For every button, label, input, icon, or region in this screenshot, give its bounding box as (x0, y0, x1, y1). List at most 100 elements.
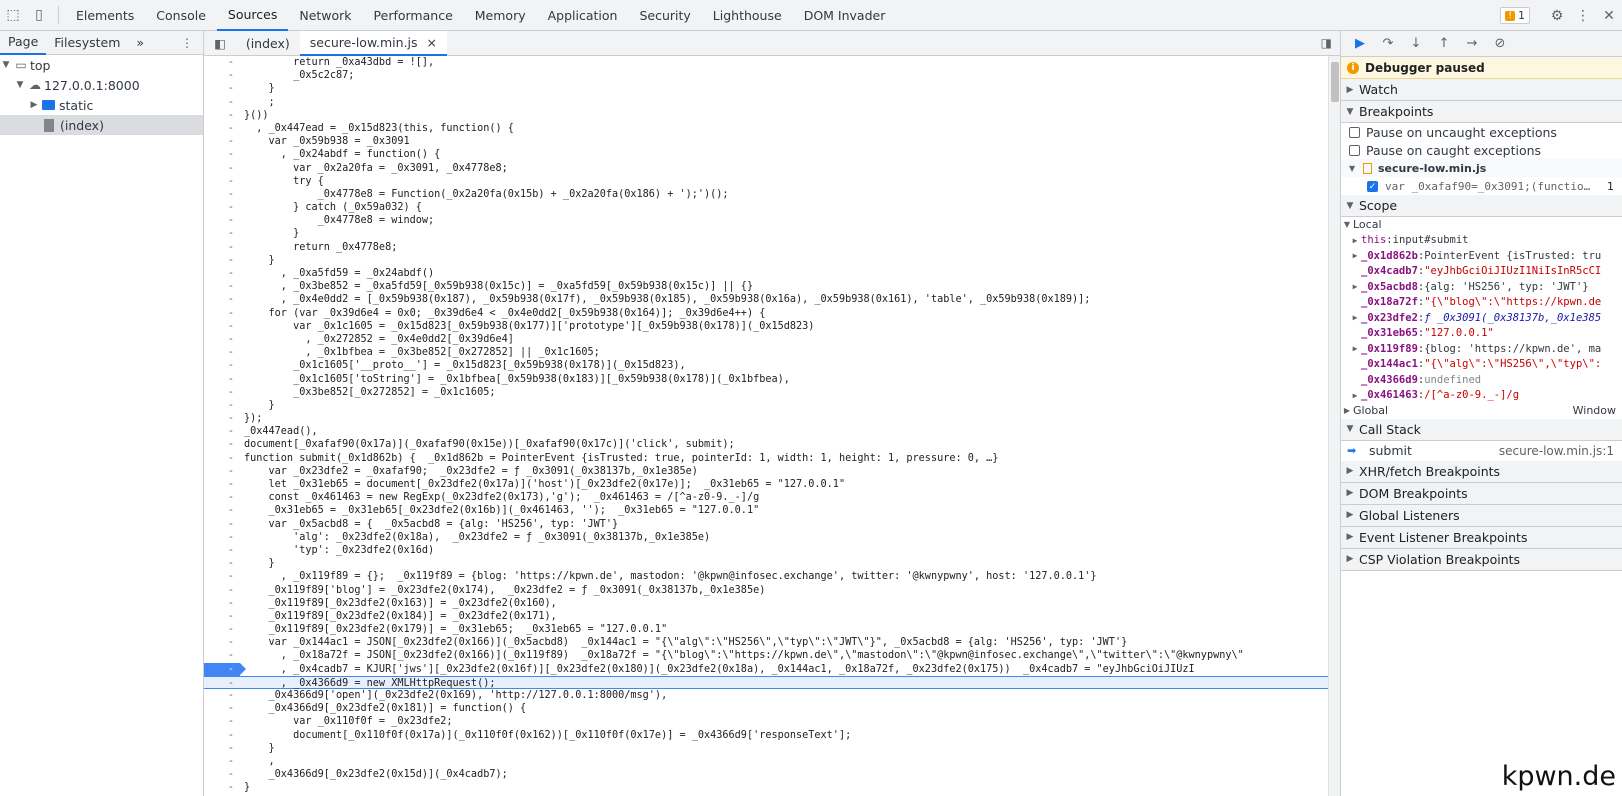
code-line[interactable]: - _0x119f89[_0x23dfe2(0x163)] = _0x23dfe… (204, 597, 1328, 610)
more-options-icon[interactable]: ⋮ (1570, 0, 1596, 31)
step-icon[interactable]: → (1459, 32, 1485, 56)
code-line[interactable]: - , _0x4366d9 = new XMLHttpRequest(); (204, 675, 1328, 689)
code-line[interactable]: - var _0x23dfe2 = _0xafaf90; _0x23dfe2 =… (204, 465, 1328, 478)
line-gutter[interactable]: - (204, 333, 240, 346)
line-gutter[interactable]: - (204, 438, 240, 451)
code-line[interactable]: - var _0x5acbd8 = { _0x5acbd8 = {alg: 'H… (204, 518, 1328, 531)
code-line[interactable]: - , _0x18a72f = JSON[_0x23dfe2(0x166)](_… (204, 649, 1328, 662)
navigator-menu-icon[interactable]: ⋮ (181, 36, 203, 50)
line-gutter[interactable]: - (204, 148, 240, 161)
close-icon[interactable]: ✕ (1596, 0, 1622, 31)
line-gutter[interactable]: - (204, 386, 240, 399)
panel-tab-memory[interactable]: Memory (464, 0, 537, 31)
code-line[interactable]: - const _0x461463 = new RegExp(_0x23dfe2… (204, 491, 1328, 504)
code-line[interactable]: - return _0x4778e8; (204, 241, 1328, 254)
scope-variable[interactable]: _0x31eb65: "127.0.0.1" (1341, 326, 1622, 342)
code-line[interactable]: - _0x4366d9[_0x23dfe2(0x15d)](_0x4cadb7)… (204, 768, 1328, 781)
line-gutter[interactable]: - (204, 293, 240, 306)
resume-icon[interactable]: ▶ (1347, 32, 1373, 56)
code-line[interactable]: - var _0x59b938 = _0x3091 (204, 135, 1328, 148)
tab-index[interactable]: (index) (236, 32, 300, 55)
section-watch[interactable]: ▶ Watch (1341, 79, 1622, 101)
scope-variable[interactable]: _0x144ac1: "{\"alg\":\"HS256\",\"typ\": (1341, 357, 1622, 373)
code-line[interactable]: - , _0x4e0dd2 = [_0x59b938(0x187), _0x59… (204, 293, 1328, 306)
code-line[interactable]: -}()) (204, 109, 1328, 122)
line-gutter[interactable]: - (204, 227, 240, 240)
scrollbar-thumb[interactable] (1331, 62, 1339, 102)
section-xhr-fetch-breakpoints[interactable]: ▶ XHR/fetch Breakpoints (1341, 460, 1622, 483)
code-line[interactable]: - _0x447ead(), (204, 425, 1328, 438)
call-stack-frame[interactable]: ➡ submit secure-low.min.js:1 (1341, 441, 1622, 461)
line-gutter[interactable]: - (204, 122, 240, 135)
line-gutter[interactable]: - (204, 729, 240, 742)
code-line[interactable]: - var _0x110f0f = _0x23dfe2; (204, 715, 1328, 728)
code-line[interactable]: - , (204, 755, 1328, 768)
code-line[interactable]: - _0x1c1605['__proto__'] = _0x15d823[_0x… (204, 359, 1328, 372)
line-gutter[interactable]: - (204, 504, 240, 517)
panel-tab-sources[interactable]: Sources (216, 0, 289, 31)
tree-item-top[interactable]: ▼ ▭ top (0, 55, 203, 75)
line-gutter[interactable]: - (204, 162, 240, 175)
tree-item-origin[interactable]: ▼ ☁ 127.0.0.1:8000 (0, 75, 203, 95)
code-line[interactable]: - , _0x272852 = _0x4e0dd2[_0x39d6e4] (204, 333, 1328, 346)
code-line[interactable]: - document[_0x110f0f(0x17a)](_0x110f0f(0… (204, 729, 1328, 742)
line-gutter[interactable]: - (204, 425, 240, 438)
breakpoint-entry[interactable]: ✓ var _0xafaf90=_0x3091;(functio… 1 (1341, 177, 1622, 195)
scope-variable[interactable]: ▶ _0x119f89: {blog: 'https://kpwn.de', ma (1341, 341, 1622, 357)
expand-arrow-icon[interactable]: ▼ (14, 80, 26, 90)
line-gutter[interactable]: - (204, 82, 240, 95)
panel-tab-lighthouse[interactable]: Lighthouse (702, 0, 793, 31)
code-line[interactable]: - _0x31eb65 = _0x31eb65[_0x23dfe2(0x16b)… (204, 504, 1328, 517)
line-gutter[interactable]: - (204, 241, 240, 254)
line-gutter[interactable]: - (204, 781, 240, 794)
breakpoint-checkbox[interactable]: ✓ (1367, 180, 1378, 192)
code-line[interactable]: - , _0x4cadb7 = KJUR['jws'][_0x23dfe2(0x… (204, 662, 1328, 676)
scope-local-header[interactable]: ▼ Local (1341, 217, 1622, 233)
code-line[interactable]: - var _0x144ac1 = JSON[_0x23dfe2(0x166)]… (204, 636, 1328, 649)
code-line[interactable]: - , _0x3be852 = _0xa5fd59[_0x59b938(0x15… (204, 280, 1328, 293)
scope-variable[interactable]: ▶ _0x1d862b: PointerEvent {isTrusted: tru (1341, 248, 1622, 264)
line-gutter[interactable]: - (204, 570, 240, 583)
code-line[interactable]: - _0x119f89[_0x23dfe2(0x184)] = _0x23dfe… (204, 610, 1328, 623)
line-gutter[interactable]: - (204, 254, 240, 267)
line-gutter[interactable]: - (204, 96, 240, 109)
step-over-icon[interactable]: ↷ (1375, 32, 1401, 56)
line-gutter[interactable]: - (204, 755, 240, 768)
editor-scrollbar[interactable] (1328, 56, 1340, 796)
toggle-navigator-icon[interactable]: ◧ (204, 32, 236, 55)
code-line[interactable]: - for (var _0x39d6e4 = 0x0; _0x39d6e4 < … (204, 307, 1328, 320)
code-line[interactable]: - 'alg': _0x23dfe2(0x18a), _0x23dfe2 = ƒ… (204, 531, 1328, 544)
deactivate-breakpoints-icon[interactable]: ⊘ (1487, 32, 1513, 56)
code-line[interactable]: - } (204, 742, 1328, 755)
line-gutter[interactable]: - (204, 56, 240, 69)
section-csp-violation-breakpoints[interactable]: ▶ CSP Violation Breakpoints (1341, 548, 1622, 571)
line-gutter[interactable]: - (204, 412, 240, 425)
line-gutter[interactable]: - (204, 201, 240, 214)
expand-arrow-icon[interactable]: ▶ (1349, 282, 1361, 291)
code-line[interactable]: - } (204, 254, 1328, 267)
scope-global-row[interactable]: ▶ Global Window (1341, 403, 1622, 419)
code-line[interactable]: - return _0xa43dbd = ![], (204, 56, 1328, 69)
code-line[interactable]: -}); (204, 412, 1328, 425)
code-line[interactable]: - _0x1c1605['toString'] = _0x1bfbea[_0x5… (204, 373, 1328, 386)
line-gutter[interactable]: - (204, 320, 240, 333)
panel-tab-console[interactable]: Console (145, 0, 217, 31)
code-line[interactable]: - document[_0xafaf90(0x17a)](_0xafaf90(0x… (204, 438, 1328, 451)
panel-tab-application[interactable]: Application (537, 0, 629, 31)
collapse-arrow-icon[interactable]: ▶ (28, 100, 40, 110)
tab-page[interactable]: Page (0, 31, 47, 55)
line-gutter[interactable]: - (204, 373, 240, 386)
scope-variable[interactable]: _0x4366d9: undefined (1341, 372, 1622, 388)
line-gutter[interactable]: - (204, 267, 240, 280)
code-line[interactable]: - 'typ': _0x23dfe2(0x16d) (204, 544, 1328, 557)
code-line[interactable]: -} (204, 781, 1328, 794)
line-gutter[interactable]: - (204, 135, 240, 148)
line-gutter[interactable]: - (204, 544, 240, 557)
code-line[interactable]: - , _0xa5fd59 = _0x24abdf() (204, 267, 1328, 280)
section-breakpoints[interactable]: ▼ Breakpoints (1341, 101, 1622, 123)
code-line[interactable]: - } (204, 227, 1328, 240)
code-line[interactable]: - , _0x119f89 = {}; _0x119f89 = {blog: '… (204, 570, 1328, 583)
line-gutter[interactable]: - (204, 307, 240, 320)
code-line[interactable]: - _0x3be852[_0x272852] = _0x1c1605; (204, 386, 1328, 399)
pause-uncaught-checkbox[interactable] (1349, 126, 1360, 138)
